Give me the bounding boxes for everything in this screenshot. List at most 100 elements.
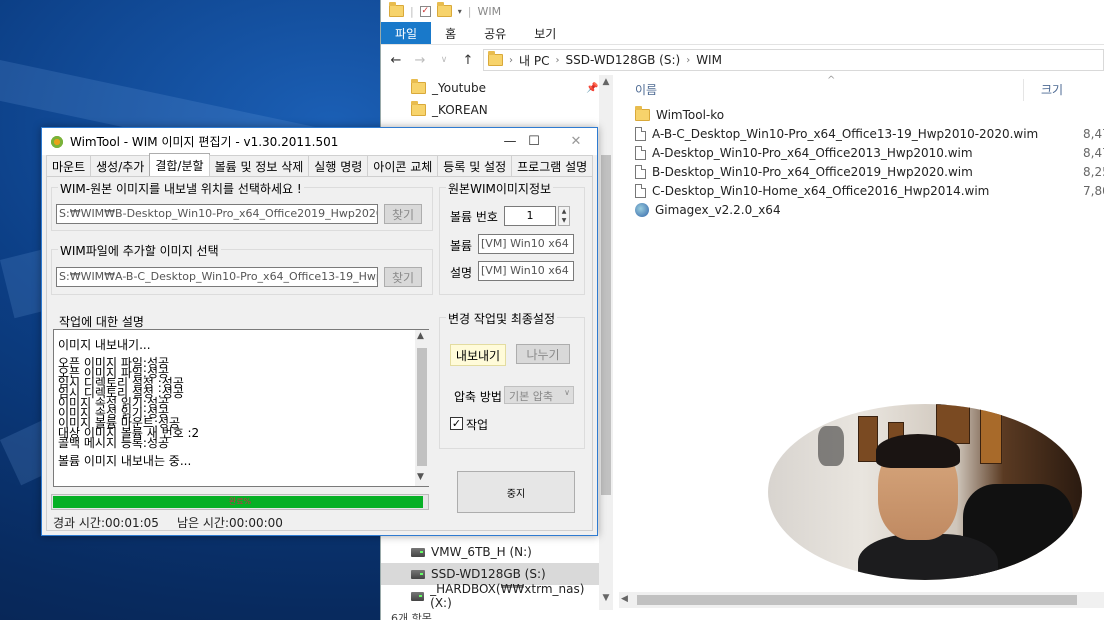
chevron-right-icon: › <box>686 54 691 66</box>
file-name: C-Desktop_Win10-Home_x64_Office2016_Hwp2… <box>652 183 990 198</box>
log-group-label: 작업에 대한 설명 <box>57 313 146 330</box>
ribbon-tabs: 파일 홈 공유 보기 <box>381 22 1104 45</box>
file-size: 7,806 <box>1083 184 1104 198</box>
nav-item-hardbox-drive[interactable]: _HARDBOX(₩₩xtrm_nas) (X:) <box>411 582 599 610</box>
wall-decoration <box>818 426 844 466</box>
nav-item-korean[interactable]: _KOREAN <box>411 99 488 121</box>
tab-register-settings[interactable]: 등록 및 설정 <box>437 155 513 176</box>
volume-number-spinner[interactable]: ▲ ▼ <box>558 206 570 226</box>
file-row[interactable]: A-Desktop_Win10-Pro_x64_Office2013_Hwp20… <box>635 143 973 162</box>
merge-split-panel: WIM-원본 이미지를 내보낼 위치를 선택하세요 ! S:₩WIM₩B-Des… <box>46 176 593 531</box>
column-header-name[interactable]: 이름 <box>635 81 657 101</box>
scroll-up-icon[interactable]: ▲ <box>599 77 613 87</box>
ribbon-tab-file[interactable]: 파일 <box>381 22 432 44</box>
export-path-input[interactable]: S:₩WIM₩B-Desktop_Win10-Pro_x64_Office201… <box>56 204 378 224</box>
scrollbar-thumb[interactable] <box>637 595 1077 605</box>
tab-mount[interactable]: 마운트 <box>46 155 92 176</box>
export-group-label: WIM-원본 이미지를 내보낼 위치를 선택하세요 ! <box>58 180 304 197</box>
nav-item-label: SSD-WD128GB (S:) <box>431 567 546 581</box>
divider: | <box>410 4 414 18</box>
tab-merge-split[interactable]: 결합/분할 <box>149 153 210 176</box>
pin-icon[interactable]: 📌 <box>586 83 598 94</box>
file-row[interactable]: Gimagex_v2.2.0_x64 <box>635 200 781 219</box>
breadcrumb-wim[interactable]: WIM <box>696 53 722 67</box>
scroll-down-icon[interactable]: ▼ <box>599 593 613 603</box>
volume-number-input[interactable]: 1 <box>504 206 556 226</box>
task-checkbox-label: 작업 <box>466 418 489 432</box>
column-header-size[interactable]: 크기 <box>1041 81 1063 101</box>
file-name: Gimagex_v2.2.0_x64 <box>655 202 781 217</box>
compression-select[interactable]: 기본 압축 ∨ <box>504 386 574 404</box>
add-image-path-input[interactable]: S:₩WIM₩A-B-C_Desktop_Win10-Pro_x64_Offic… <box>56 267 378 287</box>
export-button[interactable]: 내보내기 <box>450 344 506 366</box>
progress-text: 완료% <box>228 497 252 506</box>
file-size: 8,476 <box>1083 146 1104 160</box>
breadcrumb-my-pc[interactable]: 내 PC <box>519 52 549 69</box>
network-drive-icon <box>411 591 425 601</box>
new-folder-icon[interactable] <box>436 2 452 17</box>
maximize-icon[interactable]: ☐ <box>514 128 554 155</box>
export-browse-button[interactable]: 찾기 <box>384 204 422 224</box>
log-line: 이미지 내보내기... <box>58 338 151 352</box>
scroll-up-icon[interactable]: ▲ <box>417 331 424 341</box>
breadcrumb-drive[interactable]: SSD-WD128GB (S:) <box>565 53 680 67</box>
scroll-left-icon[interactable]: ◀ <box>621 594 628 604</box>
recent-dropdown-icon[interactable]: ∨ <box>435 55 453 65</box>
close-icon[interactable]: ✕ <box>556 128 596 155</box>
folder-icon <box>389 2 404 17</box>
file-row[interactable]: B-Desktop_Win10-Pro_x64_Office2019_Hwp20… <box>635 162 973 181</box>
file-row[interactable]: A-B-C_Desktop_Win10-Pro_x64_Office13-19_… <box>635 124 1038 143</box>
customize-toolbar-icon[interactable]: ▾ <box>458 7 462 16</box>
chevron-right-icon: › <box>555 54 560 66</box>
nav-item-youtube[interactable]: _Youtube <box>411 77 486 99</box>
add-group-label: WIM파일에 추가할 이미지 선택 <box>58 242 221 259</box>
stop-button[interactable]: 중지 <box>457 471 575 513</box>
file-row[interactable]: WimTool-ko <box>635 105 724 124</box>
tab-run-command[interactable]: 실행 명령 <box>308 155 369 176</box>
scroll-down-icon[interactable]: ▼ <box>417 472 424 482</box>
scrollbar-thumb[interactable] <box>601 155 611 495</box>
properties-icon[interactable]: ✓ <box>419 5 431 17</box>
navigation-scrollbar[interactable]: ▲ ▼ <box>599 75 613 610</box>
task-checkbox[interactable]: ✓ <box>450 417 463 430</box>
application-icon <box>635 202 649 217</box>
nav-item-vmw-drive[interactable]: VMW_6TB_H (N:) <box>411 541 532 563</box>
add-browse-button[interactable]: 찾기 <box>384 267 422 287</box>
wimtool-title: WimTool - WIM 이미지 편집기 - v1.30.2011.501 <box>70 135 339 149</box>
final-settings-group: 변경 작업및 최종설정 내보내기 나누기 압축 방법 기본 압축 ∨ ✓ 작업 <box>439 310 585 449</box>
log-line: 콜백 메시지 등록:성공 <box>58 436 170 450</box>
split-button[interactable]: 나누기 <box>516 344 570 364</box>
ribbon-tab-view[interactable]: 보기 <box>520 22 570 44</box>
divider: | <box>467 4 472 18</box>
tab-delete-volume[interactable]: 볼륨 및 정보 삭제 <box>208 155 310 176</box>
ribbon-tab-share[interactable]: 공유 <box>470 22 520 44</box>
chevron-down-icon: ∨ <box>564 388 570 397</box>
file-name: A-Desktop_Win10-Pro_x64_Office2013_Hwp20… <box>652 145 973 160</box>
address-bar: ← → ∨ ↑ › 내 PC › SSD-WD128GB (S:) › WIM <box>381 45 1104 75</box>
scrollbar-thumb[interactable] <box>417 348 427 466</box>
address-path-box[interactable]: › 내 PC › SSD-WD128GB (S:) › WIM <box>483 49 1104 71</box>
nav-item-label: _Youtube <box>432 81 486 95</box>
export-path-group: WIM-원본 이미지를 내보낼 위치를 선택하세요 ! S:₩WIM₩B-Des… <box>51 180 433 231</box>
task-log[interactable]: 이미지 내보내기... 오픈 이미지 파일:성공 오픈 이미지 파일:성공 임시… <box>53 329 429 487</box>
settings-group-label: 변경 작업및 최종설정 <box>446 310 557 327</box>
log-scrollbar[interactable]: ▲ ▼ <box>415 330 429 486</box>
up-arrow-icon[interactable]: ↑ <box>459 53 477 68</box>
sort-arrow-icon: ^ <box>827 75 836 86</box>
horizontal-scrollbar[interactable]: ◀ <box>619 592 1104 608</box>
back-arrow-icon[interactable]: ← <box>387 53 405 68</box>
description-label: 설명 <box>450 266 473 280</box>
forward-arrow-icon[interactable]: → <box>411 53 429 68</box>
wimtool-window: WimTool - WIM 이미지 편집기 - v1.30.2011.501 —… <box>41 127 598 536</box>
tab-program-info[interactable]: 프로그램 설명 <box>511 155 594 176</box>
ribbon-tab-home[interactable]: 홈 <box>431 22 470 44</box>
tab-create-add[interactable]: 생성/추가 <box>90 155 151 176</box>
column-divider <box>1023 79 1024 101</box>
volume-name-field[interactable]: [VM] Win10 x64 P <box>478 234 574 254</box>
explorer-title: WIM <box>477 4 502 18</box>
add-image-group: WIM파일에 추가할 이미지 선택 S:₩WIM₩A-B-C_Desktop_W… <box>51 242 433 295</box>
log-line: 볼륨 이미지 내보내는 중... <box>58 454 192 468</box>
tab-icon-replace[interactable]: 아이콘 교체 <box>367 155 439 176</box>
description-field[interactable]: [VM] Win10 x64 P <box>478 261 574 281</box>
file-row[interactable]: C-Desktop_Win10-Home_x64_Office2016_Hwp2… <box>635 181 989 200</box>
